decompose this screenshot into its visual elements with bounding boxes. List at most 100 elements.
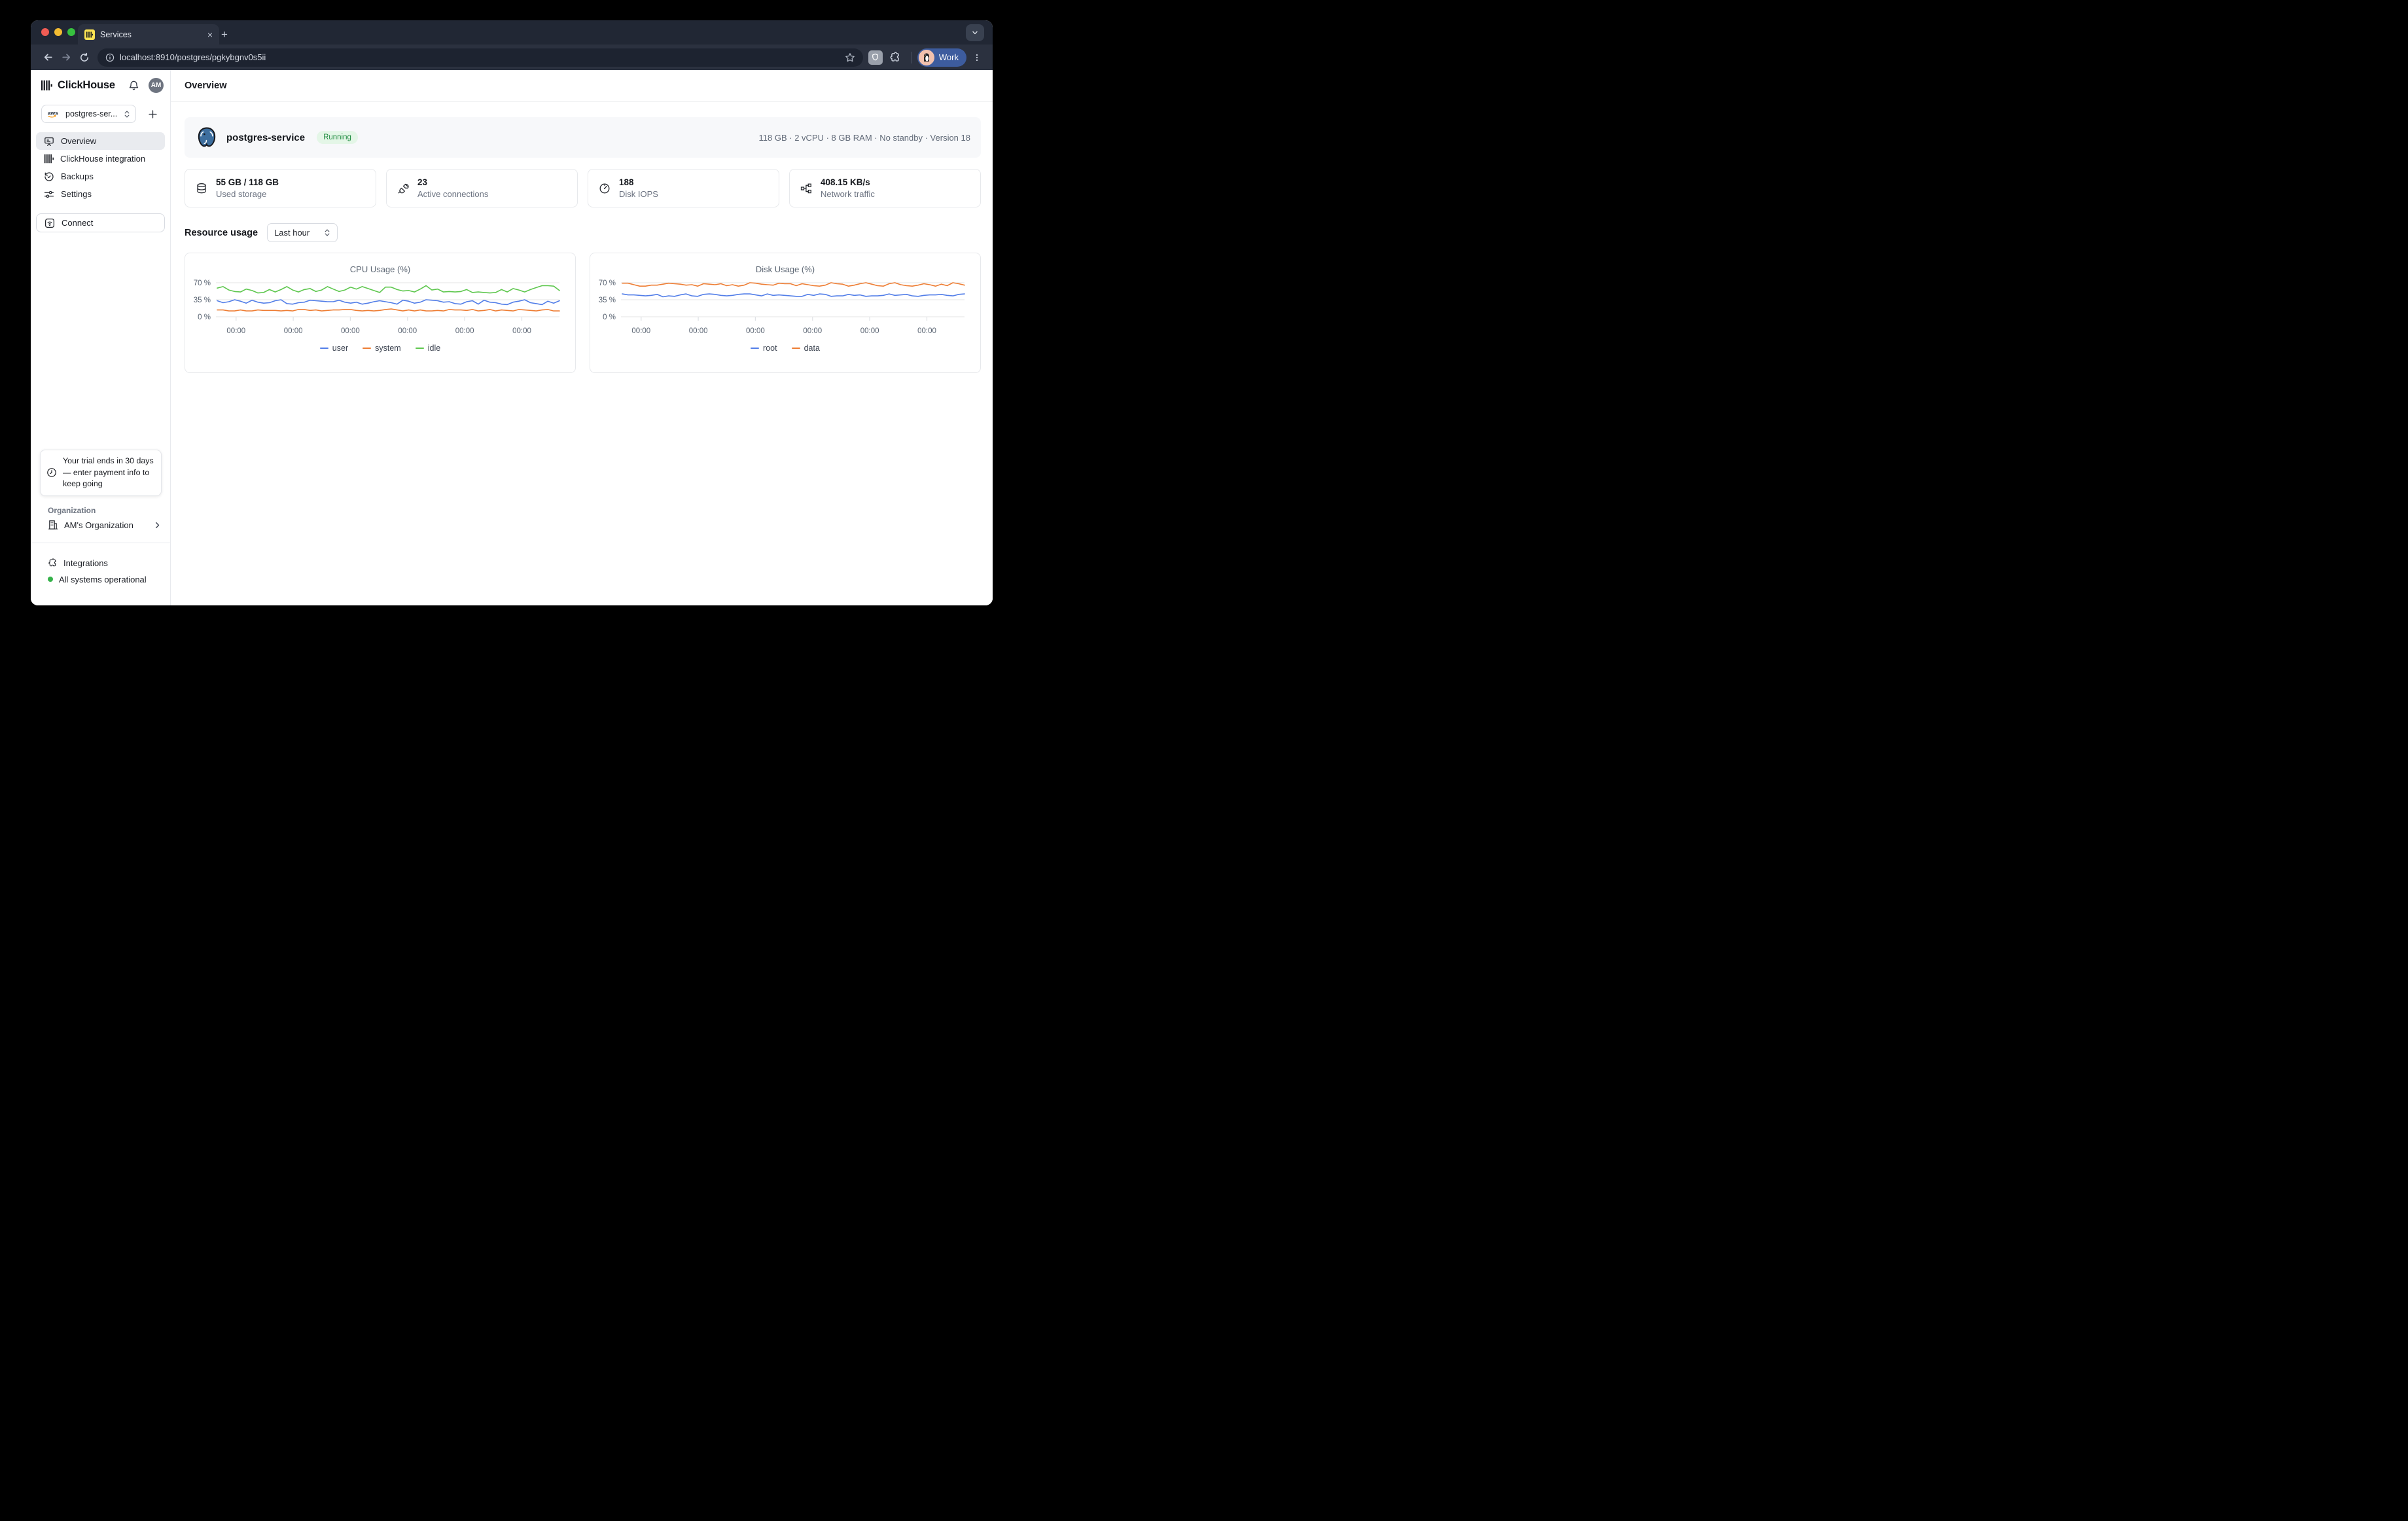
page-title: Overview bbox=[185, 81, 227, 91]
tab-strip: Services × + bbox=[31, 20, 993, 45]
trial-notice[interactable]: Your trial ends in 30 days — enter payme… bbox=[40, 450, 162, 496]
close-window-button[interactable] bbox=[41, 28, 49, 36]
stat-label: Disk IOPS bbox=[619, 189, 658, 199]
integrations-link[interactable]: Integrations bbox=[48, 556, 108, 570]
stat-value: 55 GB / 118 GB bbox=[216, 177, 279, 187]
svg-text:Disk Usage (%): Disk Usage (%) bbox=[756, 264, 815, 274]
tab-title: Services bbox=[100, 30, 132, 39]
minimize-window-button[interactable] bbox=[54, 28, 62, 36]
back-button[interactable] bbox=[39, 48, 57, 67]
desktop-background: Services × + localhost:8910/postgres/pgk… bbox=[0, 0, 1008, 648]
window-controls bbox=[41, 28, 75, 36]
clickhouse-logo-icon bbox=[41, 80, 52, 91]
forward-button[interactable] bbox=[57, 48, 75, 67]
tab-search-button[interactable] bbox=[966, 24, 984, 41]
url-bar[interactable]: localhost:8910/postgres/pgkybgnv0s5ii bbox=[97, 48, 863, 67]
svg-text:00:00: 00:00 bbox=[284, 327, 303, 335]
stat-value: 23 bbox=[417, 177, 488, 187]
svg-text:00:00: 00:00 bbox=[455, 327, 474, 335]
clickhouse-bars-icon bbox=[44, 154, 54, 164]
chart-svg: Disk Usage (%)0 %35 %70 %00:0000:0000:00… bbox=[590, 253, 980, 372]
svg-text:00:00: 00:00 bbox=[689, 327, 708, 335]
chevron-updown-icon bbox=[324, 228, 330, 237]
svg-text:70 %: 70 % bbox=[194, 279, 211, 287]
sidebar-nav: Overview ClickHouse integration Backups … bbox=[36, 132, 165, 203]
svg-text:00:00: 00:00 bbox=[341, 327, 360, 335]
status-dot-icon bbox=[48, 577, 53, 582]
sidebar-item-label: ClickHouse integration bbox=[60, 154, 145, 164]
legend-item: root bbox=[751, 344, 777, 353]
sidebar-item-clickhouse-integration[interactable]: ClickHouse integration bbox=[36, 150, 165, 168]
building-icon bbox=[48, 520, 58, 530]
close-tab-icon[interactable]: × bbox=[207, 30, 213, 39]
sidebar-item-label: Settings bbox=[61, 189, 92, 199]
legend-item: data bbox=[792, 344, 820, 353]
svg-text:00:00: 00:00 bbox=[512, 327, 531, 335]
shield-extension-icon[interactable] bbox=[868, 50, 883, 65]
time-range-select[interactable]: Last hour bbox=[267, 223, 338, 242]
stat-card-storage: 55 GB / 118 GBUsed storage bbox=[185, 169, 376, 207]
extensions-icon[interactable] bbox=[889, 52, 901, 63]
svg-text:CPU Usage (%): CPU Usage (%) bbox=[350, 264, 410, 274]
legend-item: user bbox=[320, 344, 348, 353]
postgresql-logo-icon bbox=[195, 126, 219, 149]
connect-button[interactable]: Connect bbox=[36, 213, 165, 232]
system-status-link[interactable]: All systems operational bbox=[48, 572, 147, 586]
notifications-bell-icon[interactable] bbox=[128, 80, 139, 91]
service-name: postgres-service bbox=[226, 132, 305, 143]
svg-text:00:00: 00:00 bbox=[398, 327, 417, 335]
browser-window: Services × + localhost:8910/postgres/pgk… bbox=[31, 20, 993, 605]
svg-text:00:00: 00:00 bbox=[917, 327, 936, 335]
bookmark-star-icon[interactable] bbox=[845, 52, 855, 63]
chevron-down-icon bbox=[971, 29, 979, 37]
organization-section-label: Organization bbox=[48, 506, 96, 515]
profile-avatar bbox=[919, 50, 934, 65]
brand-row: ClickHouse AM bbox=[41, 76, 164, 94]
clock-icon bbox=[46, 467, 57, 478]
clickhouse-favicon-icon bbox=[84, 29, 95, 40]
sidebar-item-backups[interactable]: Backups bbox=[36, 168, 165, 185]
backups-history-icon bbox=[44, 171, 54, 182]
svg-text:35 %: 35 % bbox=[194, 296, 211, 304]
svg-text:00:00: 00:00 bbox=[631, 327, 650, 335]
profile-chip[interactable]: Work bbox=[917, 48, 966, 67]
service-specs: 118 GB · 2 vCPU · 8 GB RAM · No standby … bbox=[759, 133, 970, 143]
svg-text:0 %: 0 % bbox=[198, 313, 211, 321]
new-tab-button[interactable]: + bbox=[216, 26, 233, 43]
settings-sliders-icon bbox=[44, 189, 54, 200]
brand-name: ClickHouse bbox=[58, 79, 115, 92]
connect-icon bbox=[44, 218, 55, 228]
browser-menu-icon[interactable] bbox=[969, 48, 985, 67]
chart-svg: CPU Usage (%) 0 % 35 % 70 % 00:00 00:00 00:00 0… bbox=[185, 253, 575, 372]
service-selector-value: postgres-ser... bbox=[65, 109, 120, 118]
stat-card-connections: 23 Active connections bbox=[386, 169, 578, 207]
iops-icon bbox=[599, 183, 611, 194]
browser-toolbar: localhost:8910/postgres/pgkybgnv0s5ii Wo… bbox=[31, 45, 993, 70]
stat-label: Active connections bbox=[417, 189, 488, 199]
svg-text:70 %: 70 % bbox=[599, 279, 616, 287]
stat-value: 408.15 KB/s bbox=[821, 177, 875, 187]
user-avatar[interactable]: AM bbox=[149, 78, 164, 93]
time-range-value: Last hour bbox=[274, 228, 310, 238]
chart-legend: root data bbox=[590, 344, 980, 353]
cpu-usage-chart: CPU Usage (%) 0 % 35 % 70 % 00:00 00:00 00:00 0… bbox=[185, 253, 576, 373]
reload-button[interactable] bbox=[75, 48, 94, 67]
svg-text:aws: aws bbox=[48, 110, 58, 116]
sidebar: ClickHouse AM aws postgres-ser... bbox=[31, 70, 171, 605]
service-selector[interactable]: aws postgres-ser... bbox=[41, 105, 136, 123]
trial-notice-text: Your trial ends in 30 days — enter payme… bbox=[63, 456, 154, 490]
sidebar-item-overview[interactable]: Overview bbox=[36, 132, 165, 150]
zoom-window-button[interactable] bbox=[67, 28, 75, 36]
puzzle-icon bbox=[48, 558, 58, 568]
organization-row[interactable]: AM's Organization bbox=[48, 517, 161, 533]
sidebar-item-label: Overview bbox=[61, 136, 96, 146]
connect-label: Connect bbox=[62, 218, 93, 228]
sidebar-item-settings[interactable]: Settings bbox=[36, 185, 165, 203]
add-service-button[interactable] bbox=[143, 105, 162, 123]
legend-item: idle bbox=[416, 344, 440, 353]
sidebar-item-label: Backups bbox=[61, 171, 94, 181]
svg-text:35 %: 35 % bbox=[599, 296, 616, 304]
stat-value: 188 bbox=[619, 177, 658, 187]
site-info-icon[interactable] bbox=[105, 53, 115, 62]
browser-tab[interactable]: Services × bbox=[78, 24, 219, 45]
